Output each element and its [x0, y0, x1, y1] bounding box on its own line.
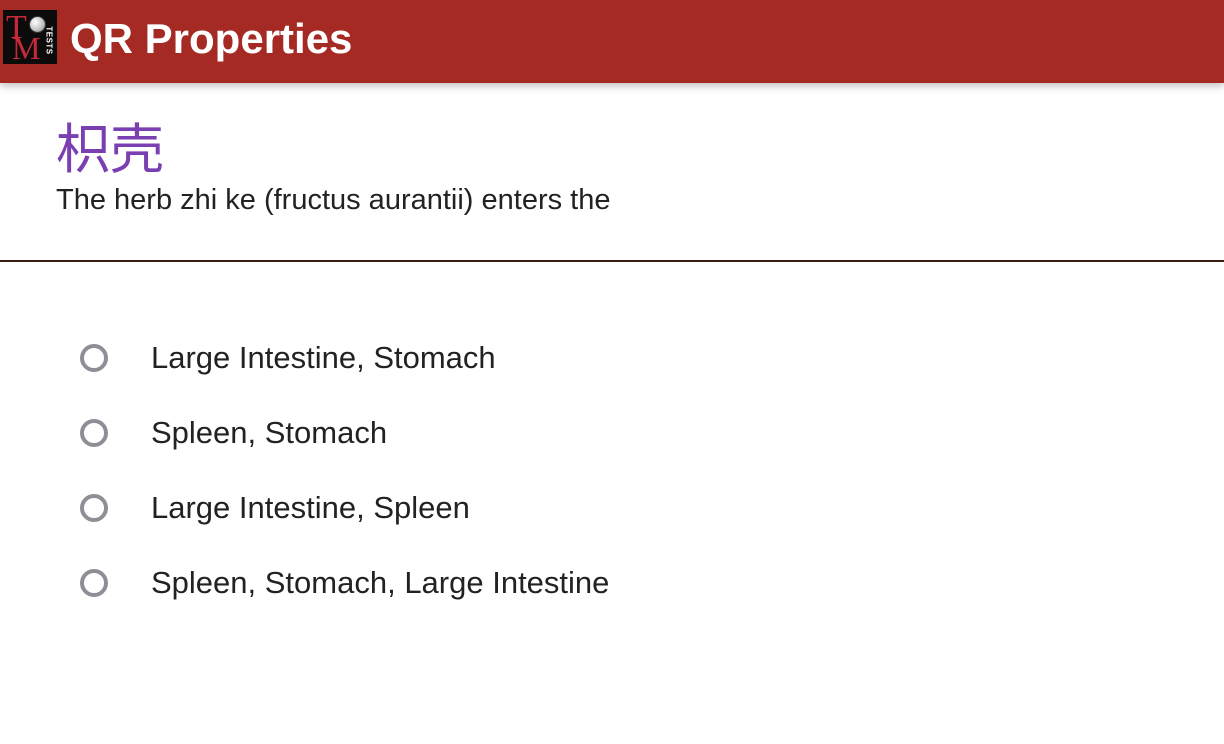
answer-option[interactable]: Large Intestine, Spleen	[80, 470, 609, 545]
answer-option[interactable]: Spleen, Stomach	[80, 395, 609, 470]
radio-button-icon[interactable]	[80, 493, 108, 522]
question-block: 枳壳 The herb zhi ke (fructus aurantii) en…	[56, 118, 1156, 218]
radio-button-icon[interactable]	[80, 418, 108, 447]
answer-options: Large Intestine, Stomach Spleen, Stomach…	[80, 320, 609, 620]
answer-option-label: Large Intestine, Spleen	[151, 489, 470, 525]
logo-tests-tag: TESTS	[44, 26, 54, 55]
answer-option-label: Large Intestine, Stomach	[151, 339, 496, 375]
divider	[0, 260, 1224, 262]
answer-option[interactable]: Large Intestine, Stomach	[80, 320, 609, 395]
answer-option-label: Spleen, Stomach	[151, 414, 388, 450]
answer-option-label: Spleen, Stomach, Large Intestine	[151, 564, 610, 600]
tcm-tests-logo-icon: T M TESTS	[3, 10, 57, 64]
radio-button-icon[interactable]	[80, 568, 108, 597]
question-prompt: The herb zhi ke (fructus aurantii) enter…	[56, 184, 611, 216]
app-title: QR Properties	[70, 15, 353, 62]
logo-letter-m: M	[12, 30, 41, 64]
radio-button-icon[interactable]	[80, 343, 108, 372]
answer-option[interactable]: Spleen, Stomach, Large Intestine	[80, 545, 609, 620]
app-header: T M TESTS QR Properties	[0, 0, 1224, 83]
herb-chinese-name: 枳壳	[56, 118, 164, 181]
